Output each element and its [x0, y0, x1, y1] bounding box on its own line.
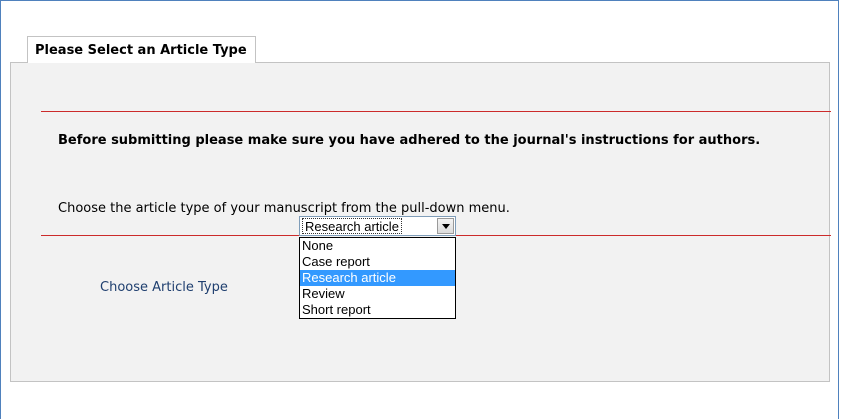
option-none[interactable]: None [300, 238, 455, 254]
author-instructions-notice: Before submitting please make sure you h… [58, 133, 761, 148]
chevron-down-icon[interactable] [437, 218, 454, 234]
option-review[interactable]: Review [300, 286, 455, 302]
option-case-report[interactable]: Case report [300, 254, 455, 270]
divider-top [41, 111, 831, 112]
article-type-select[interactable]: Research article [299, 216, 456, 236]
option-short-report[interactable]: Short report [300, 302, 455, 318]
option-research-article[interactable]: Research article [300, 270, 455, 286]
article-type-label: Choose Article Type [100, 280, 228, 295]
tab-select-article-type[interactable]: Please Select an Article Type [27, 36, 256, 63]
article-type-options-list: None Case report Research article Review… [299, 237, 456, 319]
selected-article-type: Research article [302, 218, 402, 234]
tab-label: Please Select an Article Type [35, 43, 247, 58]
